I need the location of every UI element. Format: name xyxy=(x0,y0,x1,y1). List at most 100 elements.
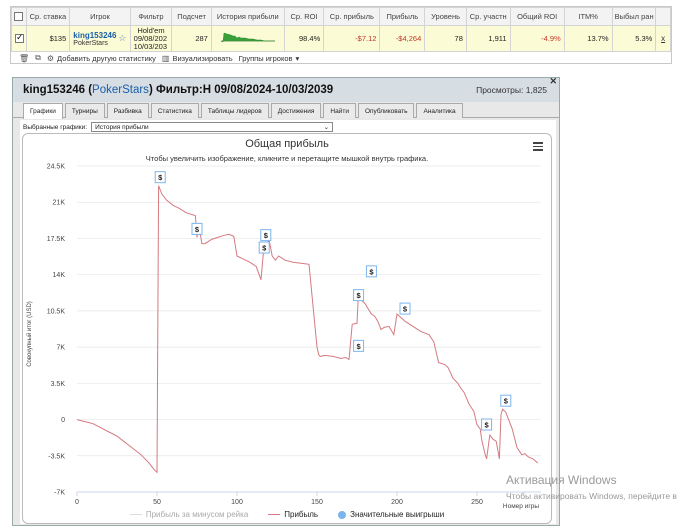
graph-area: Выбранные графики: История прибыли ⌄ Общ… xyxy=(20,120,556,524)
tab-achievements[interactable]: Достижения xyxy=(270,103,322,118)
cell-avg-profit: -$7.12 xyxy=(323,25,381,52)
col-header-profit[interactable]: Прибыль xyxy=(379,7,426,26)
x-tick-label: 100 xyxy=(231,499,243,506)
tab-publish[interactable]: Опубликовать xyxy=(357,103,415,118)
graph-select-value: История прибыли xyxy=(95,123,149,131)
y-tick-label: 3.5K xyxy=(51,381,66,388)
y-axis-label: Совокупный итог (USD) xyxy=(26,301,33,367)
tab-leaderboards[interactable]: Таблицы лидеров xyxy=(200,103,269,118)
series-line-profit[interactable] xyxy=(76,185,539,474)
table-row[interactable]: $135 king153246 PokerStars ☆ Hold'em 09/… xyxy=(11,25,671,52)
col-header-avg-profit[interactable]: Ср. прибыль xyxy=(323,7,381,26)
x-axis-label: Номер игры xyxy=(503,503,539,510)
chart-container[interactable]: Общая прибыль Чтобы увеличить изображени… xyxy=(22,133,552,524)
cell-total-roi: -4.9% xyxy=(509,25,565,52)
filter-date-to: 10/03/203 xyxy=(133,41,168,51)
wrench-icon: ⚙ xyxy=(46,53,55,63)
player-popup: king153246 (PokerStars) Фильтр:H 09/08/2… xyxy=(12,76,560,526)
select-all-checkbox[interactable] xyxy=(14,12,24,22)
row-select-cell[interactable] xyxy=(11,25,27,52)
col-header-player[interactable]: Игрок xyxy=(69,7,131,26)
y-tick-label: 0 xyxy=(61,417,65,424)
y-tick-label: 14K xyxy=(53,272,66,279)
legend-item-profit[interactable]: Прибыль xyxy=(268,510,318,519)
col-header-avg-roi[interactable]: Ср. ROI xyxy=(283,7,325,26)
player-link[interactable]: king153246 xyxy=(73,31,116,40)
cell-player: king153246 PokerStars ☆ xyxy=(69,25,131,52)
x-tick-label: 150 xyxy=(311,499,323,506)
chevron-down-icon: ▾ xyxy=(295,53,300,63)
cell-level: 78 xyxy=(424,25,467,52)
tab-graphs[interactable]: Графики xyxy=(23,103,63,119)
col-header-avg-stake[interactable]: Ср. ставка xyxy=(25,7,71,26)
graph-select[interactable]: История прибыли ⌄ xyxy=(91,122,334,132)
x-tick-label: 250 xyxy=(471,499,483,506)
x-tick-label: 50 xyxy=(153,499,161,506)
x-tick-label: 0 xyxy=(75,499,79,506)
tab-breakdown[interactable]: Разбивка xyxy=(106,103,149,118)
visualize-label: Визуализировать xyxy=(172,53,233,63)
popup-site-link[interactable]: PokerStars xyxy=(92,84,149,96)
watermark-line-1: Активация Windows xyxy=(506,473,617,487)
col-header-filter[interactable]: Фильтр xyxy=(129,7,173,26)
table-toolbar: 🗑 ⧉ ⚙ Добавить другую статистику ▥ Визуа… xyxy=(11,52,299,64)
col-header-profit-history[interactable]: История прибыли xyxy=(210,7,285,26)
cell-count: 287 xyxy=(171,25,212,52)
profit-sparkline[interactable] xyxy=(219,29,277,47)
chart-legend: Прибыль за минусом рейка Прибыль Значите… xyxy=(23,510,551,519)
tab-find[interactable]: Найти xyxy=(323,103,356,118)
row-checkbox[interactable] xyxy=(15,32,24,44)
tab-statistics[interactable]: Статистика xyxy=(150,103,199,118)
cell-early-out: 5.3% xyxy=(611,25,657,52)
visualize-button[interactable]: ▥ Визуализировать xyxy=(162,54,233,63)
favorite-star-icon[interactable]: ☆ xyxy=(118,33,126,44)
tab-analytics[interactable]: Аналитика xyxy=(416,103,463,118)
cell-avg-roi: 98.4% xyxy=(283,25,325,52)
cell-profit-history[interactable] xyxy=(210,25,285,52)
col-header-level[interactable]: Уровень xyxy=(424,7,467,26)
chart-icon: ▥ xyxy=(161,53,170,63)
col-header-total-roi[interactable]: Общий ROI xyxy=(509,7,565,26)
y-tick-label: 21K xyxy=(53,200,66,207)
popup-filter-text: Фильтр:H 09/08/2024-10/03/2039 xyxy=(155,84,334,96)
profit-chart[interactable]: 24.5K 21K 17.5K 14K 10.5K 7K 3.5K 0 -3.5K -7K 0 50 1… xyxy=(23,134,551,523)
cell-avg-stake: $135 xyxy=(25,25,71,52)
cell-filter: Hold'em 09/08/202 10/03/203 xyxy=(129,25,173,52)
col-header-remove xyxy=(655,7,671,26)
col-header-count[interactable]: Подсчет xyxy=(171,7,212,26)
cell-remove[interactable]: x xyxy=(655,25,671,52)
legend-label-net: Прибыль за минусом рейка xyxy=(145,510,249,519)
player-groups-dropdown[interactable]: Группы игроков ▾ xyxy=(239,54,300,63)
select-all-header[interactable] xyxy=(11,7,27,26)
popup-player-name: king153246 xyxy=(23,84,86,96)
col-header-early-out[interactable]: Выбыл ран xyxy=(611,7,657,26)
legend-item-big-wins[interactable]: Значительные выигрыши xyxy=(338,510,444,519)
popup-title: king153246 (PokerStars) Фильтр:H 09/08/2… xyxy=(23,84,334,96)
popup-tabs: Графики Турниры Разбивка Статистика Табл… xyxy=(13,102,559,119)
legend-label-big-wins: Значительные выигрыши xyxy=(350,510,445,519)
y-tick-label: -3.5K xyxy=(48,453,65,460)
cell-itm: 13.7% xyxy=(563,25,613,52)
col-header-avg-entrants[interactable]: Ср. участн xyxy=(465,7,511,26)
windows-activation-watermark: Активация Windows Чтобы активировать Win… xyxy=(506,473,677,501)
tab-tournaments[interactable]: Турниры xyxy=(64,103,105,118)
add-stat-button[interactable]: ⚙ Добавить другую статистику xyxy=(47,54,156,63)
trash-icon[interactable]: 🗑 xyxy=(19,54,29,63)
stats-table: Ср. ставка Игрок Фильтр Подсчет История … xyxy=(11,7,671,52)
close-icon[interactable]: ✕ xyxy=(549,76,557,87)
remove-row-link[interactable]: x xyxy=(661,34,665,43)
graph-select-label: Выбранные графики: xyxy=(23,123,88,131)
legend-item-net[interactable]: Прибыль за минусом рейка xyxy=(129,510,249,519)
cell-avg-entrants: 1,911 xyxy=(465,25,511,52)
y-tick-label: 17.5K xyxy=(47,236,66,243)
player-groups-label: Группы игроков xyxy=(238,53,293,63)
legend-label-profit: Прибыль xyxy=(284,510,319,519)
popup-header: king153246 (PokerStars) Фильтр:H 09/08/2… xyxy=(13,76,559,102)
col-header-itm[interactable]: ITM% xyxy=(563,7,613,26)
copy-icon[interactable]: ⧉ xyxy=(35,53,41,63)
views-count: Просмотры: 1,825 xyxy=(476,85,547,95)
chevron-down-icon: ⌄ xyxy=(323,124,330,131)
add-stat-label: Добавить другую статистику xyxy=(57,53,156,63)
y-tick-label: 7K xyxy=(56,345,65,352)
y-tick-label: 10.5K xyxy=(47,308,66,315)
